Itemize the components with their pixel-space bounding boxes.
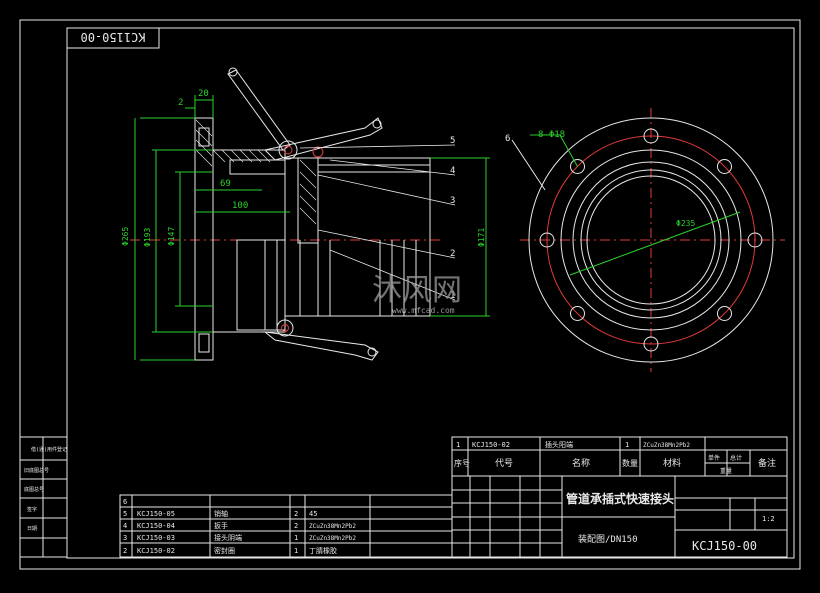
upper-lever: [227, 67, 383, 161]
hdr-total-weight: 总计: [730, 454, 742, 462]
bom-code-5: KCJ150-05: [137, 510, 175, 518]
strip-label-3: 签字: [27, 506, 37, 513]
hdr-weight: 重量: [720, 467, 732, 475]
bom-code-3: KCJ150-03: [137, 534, 175, 542]
bom-code-2: KCJ150-02: [137, 547, 175, 555]
title-block: 1 KCJ150-02 插头阳端 1 ZCuZn38Mn2Pb2 序号 代号 名…: [451, 436, 788, 558]
bom-name-2: 密封圈: [214, 546, 235, 555]
callout-6: 6: [505, 134, 510, 144]
hdr-unit-weight: 单件: [708, 454, 720, 462]
bom-qty-4: 2: [294, 522, 298, 530]
dim-dia147: Φ147: [167, 227, 176, 246]
callout-5: 5: [450, 136, 455, 146]
lower-lever: [263, 319, 379, 361]
watermark-url: www.mfcad.com: [392, 306, 455, 315]
dim-pcd: Φ235: [676, 219, 695, 228]
hdr-qty: 数量: [622, 458, 638, 468]
dim-69: 69: [220, 179, 231, 189]
bom-code-4: KCJ150-04: [137, 522, 175, 530]
bom-qty-5: 2: [294, 510, 298, 518]
hdr-code: 代号: [495, 458, 513, 469]
dim-dia265: Φ265: [121, 227, 130, 246]
hdr-seq: 序号: [454, 458, 470, 468]
rotated-code-box: KC1150-00: [66, 27, 160, 49]
top-row-material: ZCuZn38Mn2Pb2: [643, 442, 690, 449]
watermark-text: 沐风网: [372, 273, 462, 308]
drawing-sheet: KC1150-00 借(通)用件登记 旧底图总号 底图总号 签字 日期 5 4 …: [19, 19, 801, 570]
section-dimensions: 20 2 69 100 Φ265 Φ193 Φ147 Φ171: [121, 89, 490, 361]
bom-seq-6: 6: [123, 498, 127, 506]
bom-seq-5: 5: [123, 510, 127, 518]
section-view: 5 4 3 2 1: [130, 67, 455, 361]
strip-label-0: 借(通)用件登记: [31, 446, 67, 453]
callout-4: 4: [450, 166, 455, 176]
bom-seq-3: 3: [123, 534, 127, 542]
top-row-qty: 1: [625, 441, 629, 449]
hdr-material: 材料: [663, 457, 681, 469]
bom-name-5: 销轴: [214, 509, 228, 518]
strip-label-2: 底图总号: [24, 486, 44, 493]
product-subtitle: 装配图/DN150: [578, 533, 638, 545]
bom-name-4: 扳手: [214, 521, 228, 530]
dim-20: 20: [198, 89, 209, 99]
bom-name-3: 接头阴端: [214, 533, 242, 542]
bom-table: 6 5 KCJ150-05 销轴 2 45 4 KCJ150-04 扳手 2 Z…: [119, 494, 453, 558]
dim-100: 100: [232, 201, 248, 211]
bom-material-3: ZCuZn38Mn2Pb2: [309, 535, 356, 542]
scale-value: 1:2: [762, 515, 775, 523]
dim-dia171: Φ171: [477, 228, 486, 247]
rotated-drawing-code: KC1150-00: [80, 30, 145, 44]
cad-drawing-canvas[interactable]: KC1150-00 借(通)用件登记 旧底图总号 底图总号 签字 日期 5 4 …: [0, 0, 820, 589]
bom-material-2: 丁腈橡胶: [309, 546, 337, 555]
bom-seq-4: 4: [123, 522, 127, 530]
callout-2: 2: [450, 249, 455, 259]
dim-dia193: Φ193: [143, 228, 152, 247]
callout-3: 3: [450, 196, 455, 206]
left-signature-strip: 借(通)用件登记 旧底图总号 底图总号 签字 日期: [19, 436, 68, 558]
bom-seq-2: 2: [123, 547, 127, 555]
hdr-name: 名称: [572, 457, 590, 469]
dim-holes: 8-Φ18: [538, 130, 565, 140]
flange-view: 8-Φ18 Φ235 6: [505, 108, 785, 372]
strip-label-4: 日期: [27, 526, 37, 532]
dim-2: 2: [178, 98, 183, 108]
female-body: [212, 149, 286, 333]
top-row-seq: 1: [456, 441, 460, 449]
hdr-remark: 备注: [758, 457, 776, 469]
drawing-number: KCJ150-00: [692, 539, 757, 553]
top-row-code: KCJ150-02: [472, 441, 510, 449]
bom-qty-2: 1: [294, 547, 298, 555]
watermark: 沐风网 www.mfcad.com: [372, 273, 462, 315]
top-row-name: 插头阳端: [545, 440, 573, 449]
bom-qty-3: 1: [294, 534, 298, 542]
bom-material-4: ZCuZn38Mn2Pb2: [309, 523, 356, 530]
bom-material-5: 45: [309, 510, 317, 518]
strip-label-1: 旧底图总号: [24, 467, 49, 474]
product-title: 管道承插式快速接头: [566, 491, 674, 506]
